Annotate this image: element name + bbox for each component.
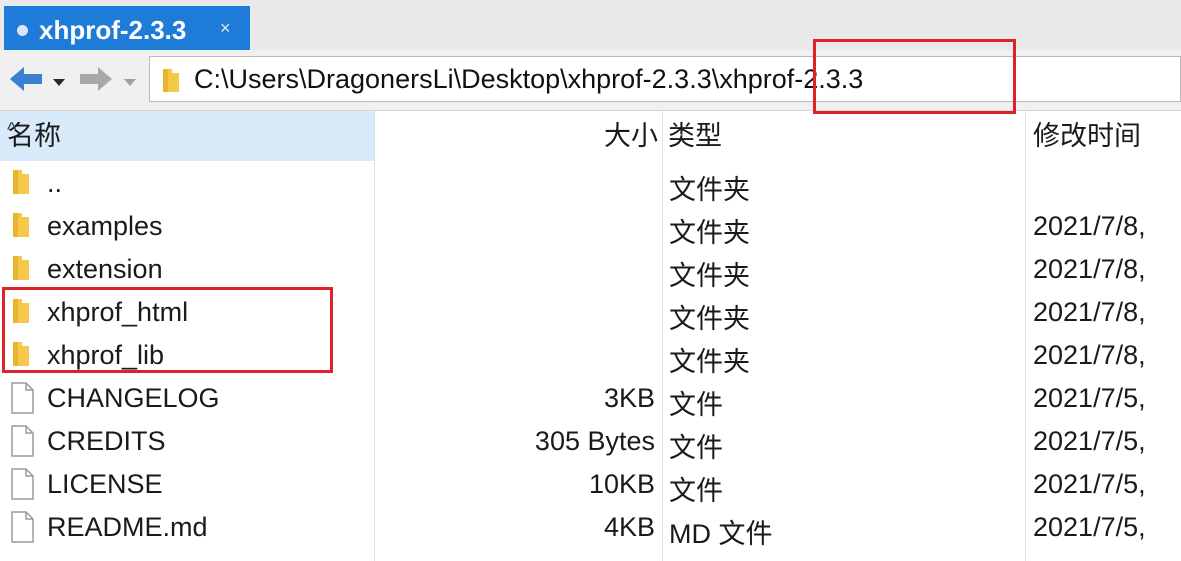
file-modified: 2021/7/5, [1033, 469, 1146, 499]
list-item[interactable]: examples 文件夹 2021/7/8, [0, 204, 1181, 248]
folder-icon [10, 253, 32, 290]
column-header-modified[interactable]: 修改时间 [1033, 111, 1181, 161]
list-item[interactable]: extension 文件夹 2021/7/8, [0, 247, 1181, 291]
address-path: C:\Users\DragonersLi\Desktop\xhprof-2.3.… [194, 64, 863, 95]
list-item[interactable]: LICENSE 10KB 文件 2021/7/5, [0, 462, 1181, 507]
sort-ascending-icon: ^ [7, 119, 17, 141]
file-name: LICENSE [47, 469, 163, 499]
file-type: 文件夹 [669, 304, 750, 334]
file-icon [10, 382, 34, 421]
tab-title: xhprof-2.3.3 [39, 15, 187, 45]
file-type: 文件夹 [669, 218, 750, 248]
file-icon [10, 511, 34, 550]
file-name: CREDITS [47, 426, 166, 456]
list-item[interactable]: README.md 4KB MD 文件 2021/7/5, [0, 505, 1181, 550]
column-header-name[interactable]: 名称 ^ [0, 111, 374, 161]
list-item[interactable]: CHANGELOG 3KB 文件 2021/7/5, [0, 376, 1181, 421]
file-name: extension [47, 254, 163, 284]
tab-status-dot-icon [17, 25, 28, 36]
file-size: 3KB [603, 383, 655, 413]
file-type: 文件 [669, 433, 723, 463]
address-path-prefix: C:\Users\DragonersLi\Desktop\xhprof-2.3.… [194, 64, 712, 94]
file-size: 4KB [603, 512, 655, 542]
file-modified: 2021/7/8, [1033, 211, 1146, 241]
file-size: 10KB [588, 469, 655, 499]
file-name: CHANGELOG [47, 383, 220, 413]
close-icon[interactable]: × [220, 18, 231, 39]
list-item[interactable]: .. 文件夹 [0, 161, 1181, 205]
forward-arrow-icon[interactable] [78, 62, 114, 96]
file-size: 305 Bytes [534, 426, 655, 456]
file-type: 文件夹 [669, 175, 750, 205]
file-icon [10, 425, 34, 464]
highlight-box-folders [2, 287, 333, 373]
file-name: .. [47, 168, 63, 198]
tab-xhprof[interactable]: xhprof-2.3.3 × [4, 6, 250, 50]
folder-icon [10, 167, 32, 204]
file-modified: 2021/7/5, [1033, 426, 1146, 456]
column-headers: 名称 ^ 大小 类型 修改时间 [0, 111, 1181, 161]
folder-icon [10, 210, 32, 247]
folder-icon [160, 65, 182, 100]
column-header-size[interactable]: 大小 [374, 111, 662, 161]
file-type: 文件 [669, 390, 723, 420]
file-modified: 2021/7/5, [1033, 512, 1146, 542]
file-type: MD 文件 [669, 519, 773, 549]
forward-history-dropdown-icon[interactable] [124, 79, 136, 86]
file-type: 文件夹 [669, 347, 750, 377]
list-item[interactable]: CREDITS 305 Bytes 文件 2021/7/5, [0, 419, 1181, 464]
file-icon [10, 468, 34, 507]
file-type: 文件 [669, 476, 723, 506]
back-history-dropdown-icon[interactable] [53, 79, 65, 86]
highlight-box-path [813, 39, 1016, 114]
file-name: examples [47, 211, 163, 241]
file-modified: 2021/7/8, [1033, 297, 1146, 327]
file-name: README.md [47, 512, 208, 542]
file-modified: 2021/7/5, [1033, 383, 1146, 413]
file-modified: 2021/7/8, [1033, 254, 1146, 284]
back-arrow-icon[interactable] [8, 62, 44, 96]
file-modified: 2021/7/8, [1033, 340, 1146, 370]
column-header-type[interactable]: 类型 [668, 111, 1023, 161]
address-input[interactable]: C:\Users\DragonersLi\Desktop\xhprof-2.3.… [149, 56, 1181, 102]
file-type: 文件夹 [669, 261, 750, 291]
